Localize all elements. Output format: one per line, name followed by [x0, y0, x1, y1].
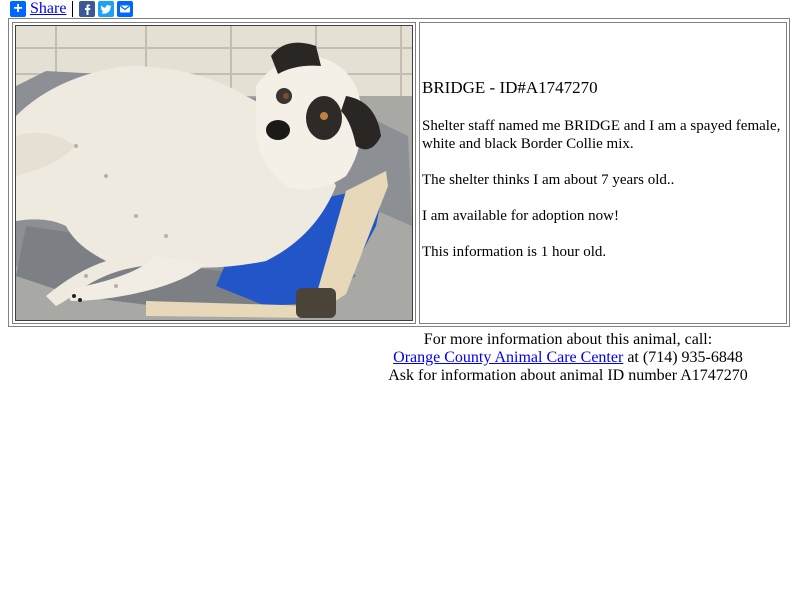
plus-icon[interactable]: +	[10, 1, 26, 17]
share-bar: + Share	[10, 0, 136, 18]
age-text: The shelter thinks I am about 7 years ol…	[422, 172, 675, 188]
photo-cell	[12, 22, 416, 324]
animal-title: BRIDGE - ID#A1747270	[422, 78, 598, 97]
share-divider	[72, 1, 74, 17]
dog-photo	[15, 25, 413, 321]
facebook-icon[interactable]	[79, 1, 96, 17]
contact-intro: For more information about this animal, …	[423, 331, 713, 348]
animal-table: BRIDGE - ID#A1747270 Shelter staff named…	[8, 18, 790, 327]
contact-shelter-line: Orange County Animal Care Center at (714…	[360, 349, 776, 367]
availability-text: I am available for adoption now!	[422, 208, 620, 224]
share-link[interactable]: Share	[30, 0, 66, 18]
contact-info: For more information about this animal, …	[360, 331, 776, 385]
shelter-phone: at (714) 935-6848	[623, 349, 743, 366]
description-text: Shelter staff named me BRIDGE and I am a…	[422, 118, 781, 152]
animal-info: BRIDGE - ID#A1747270 Shelter staff named…	[422, 79, 786, 279]
contact-id-line: Ask for information about animal ID numb…	[388, 367, 748, 384]
shelter-link[interactable]: Orange County Animal Care Center	[393, 349, 623, 366]
freshness-text: This information is 1 hour old.	[422, 244, 607, 260]
info-cell: BRIDGE - ID#A1747270 Shelter staff named…	[419, 22, 787, 324]
email-icon[interactable]	[117, 1, 134, 17]
twitter-icon[interactable]	[98, 1, 115, 17]
